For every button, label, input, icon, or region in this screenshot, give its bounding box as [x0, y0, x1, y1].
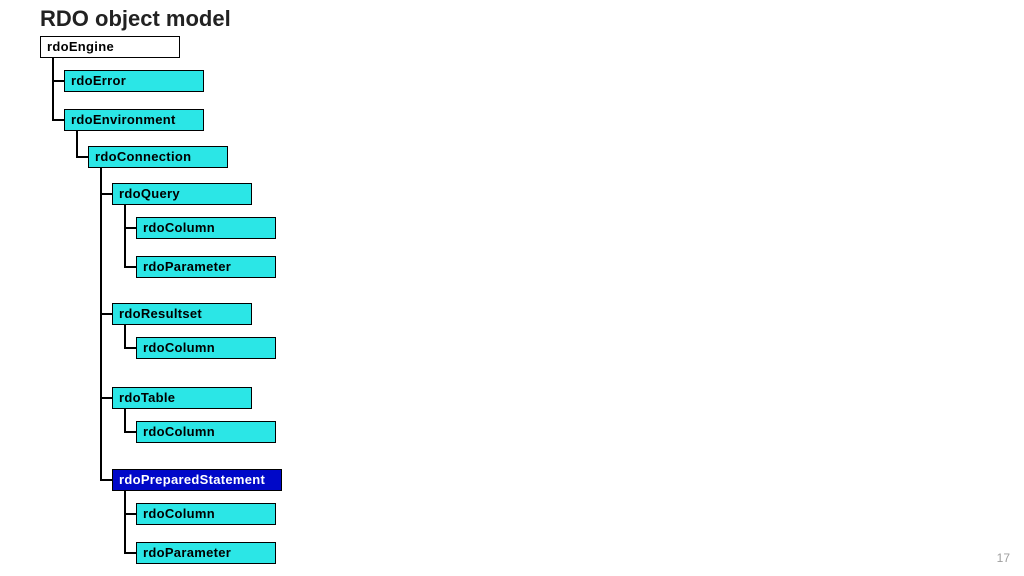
- diagram-stage: rdoEngine rdoError rdoEnvironment rdoCon…: [40, 36, 340, 566]
- connector: [124, 409, 126, 433]
- connector: [124, 325, 126, 349]
- node-rdo-engine: rdoEngine: [40, 36, 180, 58]
- connector: [124, 491, 126, 554]
- connector: [100, 313, 112, 315]
- connector: [76, 131, 78, 158]
- page-number: 17: [997, 552, 1010, 564]
- node-rdo-query-column: rdoColumn: [136, 217, 276, 239]
- node-rdo-table: rdoTable: [112, 387, 252, 409]
- connector: [124, 227, 136, 229]
- node-rdo-error: rdoError: [64, 70, 204, 92]
- connector: [100, 168, 102, 481]
- connector: [124, 347, 136, 349]
- node-rdo-table-column: rdoColumn: [136, 421, 276, 443]
- connector: [124, 266, 136, 268]
- connector: [52, 119, 64, 121]
- connector: [52, 58, 54, 121]
- connector: [124, 552, 136, 554]
- connector: [100, 397, 112, 399]
- node-rdo-prepared-parameter: rdoParameter: [136, 542, 276, 564]
- connector: [100, 479, 112, 481]
- connector: [124, 513, 136, 515]
- connector: [124, 205, 126, 268]
- node-rdo-query-parameter: rdoParameter: [136, 256, 276, 278]
- connector: [76, 156, 88, 158]
- node-rdo-resultset-column: rdoColumn: [136, 337, 276, 359]
- node-rdo-query: rdoQuery: [112, 183, 252, 205]
- node-rdo-prepared-column: rdoColumn: [136, 503, 276, 525]
- connector: [100, 193, 112, 195]
- node-rdo-connection: rdoConnection: [88, 146, 228, 168]
- page-title: RDO object model: [40, 6, 231, 32]
- connector: [124, 431, 136, 433]
- connector: [52, 80, 64, 82]
- node-rdo-resultset: rdoResultset: [112, 303, 252, 325]
- node-rdo-environment: rdoEnvironment: [64, 109, 204, 131]
- node-rdo-prepared-statement: rdoPreparedStatement: [112, 469, 282, 491]
